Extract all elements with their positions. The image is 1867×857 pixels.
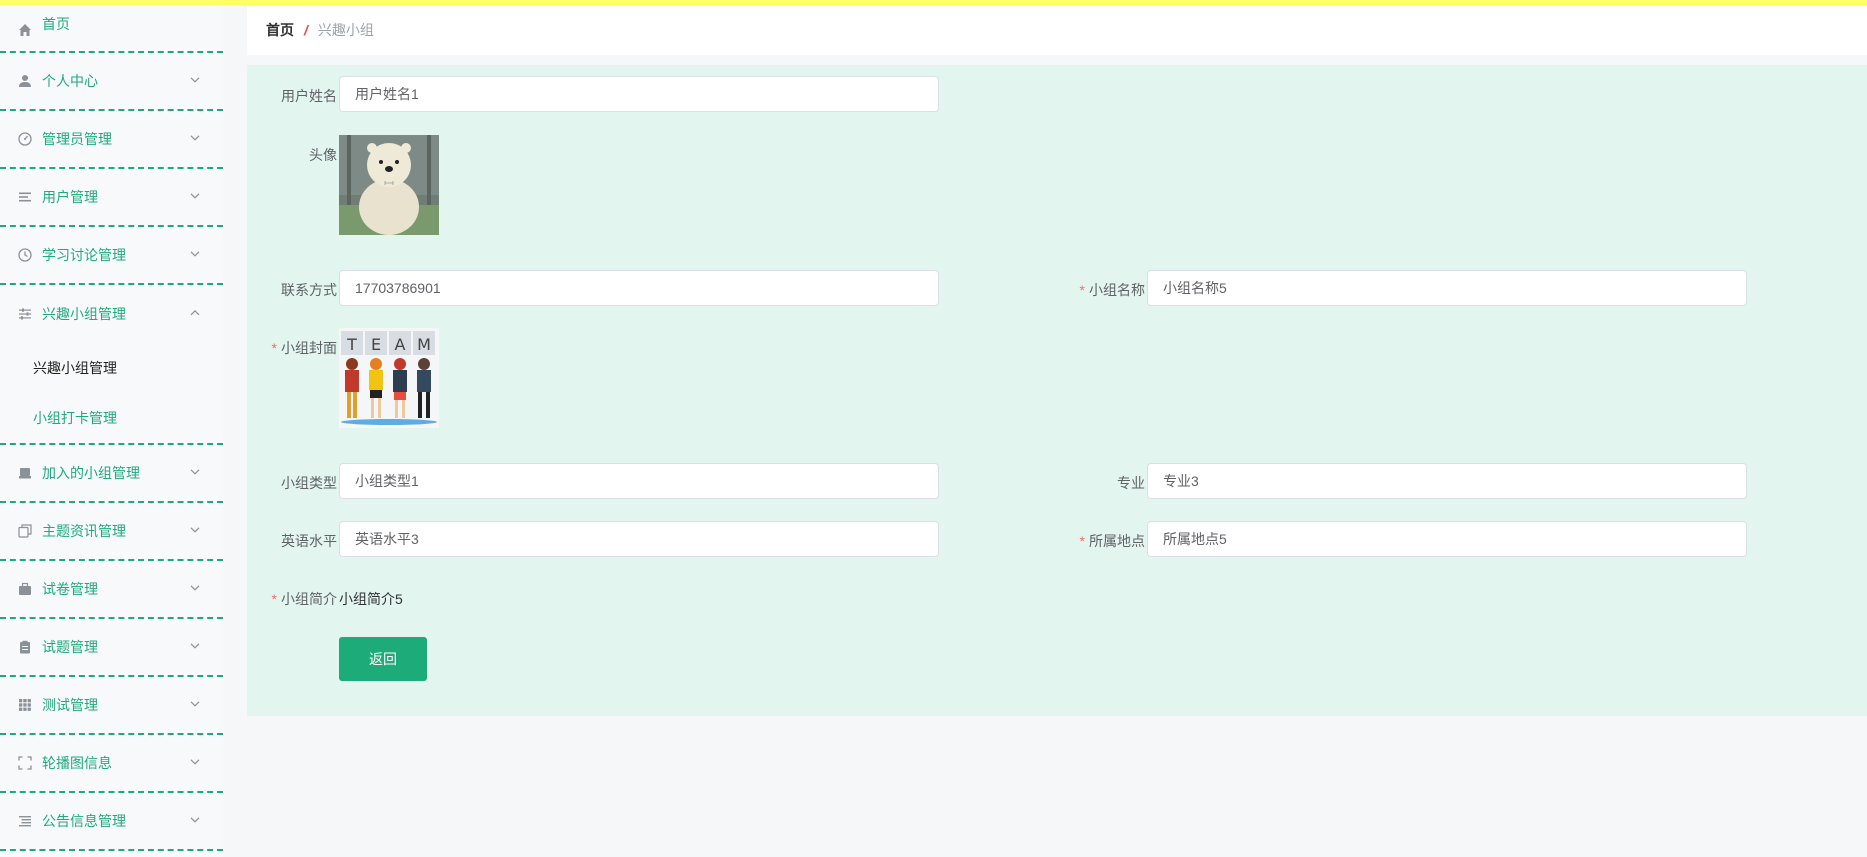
sidebar-item-label: 主题资讯管理 [42, 523, 126, 539]
breadcrumb-separator: / [304, 22, 308, 38]
sidebar-subitem-group-checkin[interactable]: 小组打卡管理 [0, 393, 223, 443]
sidebar-item-test[interactable]: 测试管理 [0, 677, 223, 735]
sidebar-item-label: 试卷管理 [42, 581, 98, 597]
chevron-up-icon [190, 309, 200, 316]
sidebar-item-admin-management[interactable]: 管理员管理 [0, 111, 223, 169]
intro-value: 小组简介5 [339, 591, 403, 607]
group-name-label: * 小组名称 [1079, 282, 1145, 298]
sidebar-item-study-discussion[interactable]: 学习讨论管理 [0, 227, 223, 285]
username-label: 用户姓名 [281, 88, 337, 104]
clock-icon [17, 247, 33, 263]
intro-label: * 小组简介 [271, 591, 337, 607]
avatar-label: 头像 [309, 147, 337, 163]
cover-letter: M [417, 335, 431, 354]
fullscreen-icon [17, 755, 33, 771]
sliders-icon [17, 306, 33, 322]
back-button[interactable]: 返回 [339, 637, 427, 681]
sidebar-subitem-interest-group[interactable]: 兴趣小组管理 [0, 343, 223, 393]
chevron-down-icon [190, 643, 200, 649]
home-icon [17, 22, 33, 38]
chevron-down-icon [190, 469, 200, 475]
chevron-down-icon [190, 585, 200, 591]
sidebar-item-label: 公告信息管理 [42, 813, 126, 829]
sidebar-item-label: 管理员管理 [42, 131, 112, 147]
menu-icon [17, 813, 33, 829]
cover-letter: T [346, 335, 357, 354]
sidebar-item-label: 学习讨论管理 [42, 247, 126, 263]
sidebar-item-home[interactable]: 首页 [0, 5, 223, 53]
avatar-image [339, 135, 439, 235]
sidebar: 首页 个人中心 管理员管理 用户管理 学习讨论管理 兴趣小组管理 兴趣小组管理 … [0, 5, 223, 857]
sidebar-item-label: 测试管理 [42, 697, 98, 713]
username-field[interactable] [339, 76, 939, 112]
chevron-down-icon [190, 701, 200, 707]
sidebar-subitem-label: 兴趣小组管理 [33, 360, 117, 376]
english-level-field[interactable] [339, 521, 939, 557]
cover-letter: A [395, 335, 406, 354]
sidebar-item-carousel[interactable]: 轮播图信息 [0, 735, 223, 793]
sidebar-item-questions[interactable]: 试题管理 [0, 619, 223, 677]
grid-icon [17, 697, 33, 713]
cover-label: * 小组封面 [271, 340, 337, 356]
major-label: 专业 [1117, 475, 1145, 491]
chevron-down-icon [190, 77, 200, 83]
sidebar-item-label: 试题管理 [42, 639, 98, 655]
detail-form-panel: 用户姓名 头像 联系方式 *小组名称 *小组封面 [247, 65, 1867, 716]
location-field[interactable] [1147, 521, 1747, 557]
sidebar-item-label: 轮播图信息 [42, 755, 112, 771]
inbox-icon [17, 465, 33, 481]
chevron-down-icon [190, 251, 200, 257]
list-icon [17, 189, 33, 205]
sidebar-item-label: 兴趣小组管理 [42, 306, 126, 322]
chevron-down-icon [190, 135, 200, 141]
sidebar-item-announcement[interactable]: 公告信息管理 [0, 793, 223, 851]
sidebar-item-interest-group-management[interactable]: 兴趣小组管理 [0, 285, 223, 343]
sidebar-item-label: 首页 [42, 16, 70, 32]
sidebar-item-exam-paper[interactable]: 试卷管理 [0, 561, 223, 619]
sidebar-item-user-management[interactable]: 用户管理 [0, 169, 223, 227]
english-level-label: 英语水平 [281, 533, 337, 549]
sidebar-item-label: 个人中心 [42, 73, 98, 89]
contact-field[interactable] [339, 270, 939, 306]
cover-letter: E [371, 335, 381, 354]
group-type-label: 小组类型 [281, 475, 337, 491]
sidebar-item-label: 用户管理 [42, 189, 98, 205]
clipboard-icon [17, 639, 33, 655]
chevron-down-icon [190, 817, 200, 823]
breadcrumb-current: 兴趣小组 [317, 22, 374, 38]
group-name-field[interactable] [1147, 270, 1747, 306]
cover-image: T E A M [339, 328, 439, 428]
group-type-field[interactable] [339, 463, 939, 499]
chevron-down-icon [190, 527, 200, 533]
briefcase-icon [17, 581, 33, 597]
sidebar-item-label: 加入的小组管理 [42, 465, 140, 481]
breadcrumb: 首页 / 兴趣小组 [247, 5, 1867, 55]
dashboard-icon [17, 131, 33, 147]
contact-label: 联系方式 [281, 282, 337, 298]
breadcrumb-home-link[interactable]: 首页 [266, 20, 294, 40]
location-label: * 所属地点 [1079, 533, 1145, 549]
chevron-down-icon [190, 193, 200, 199]
submenu-interest-group: 兴趣小组管理 兴趣小组管理 小组打卡管理 [0, 285, 223, 445]
sidebar-item-joined-groups[interactable]: 加入的小组管理 [0, 445, 223, 503]
major-field[interactable] [1147, 463, 1747, 499]
user-icon [17, 73, 33, 89]
sidebar-item-topic-news[interactable]: 主题资讯管理 [0, 503, 223, 561]
chevron-down-icon [190, 759, 200, 765]
sidebar-subitem-label: 小组打卡管理 [33, 410, 117, 426]
sidebar-item-personal-center[interactable]: 个人中心 [0, 53, 223, 111]
copy-icon [17, 523, 33, 539]
